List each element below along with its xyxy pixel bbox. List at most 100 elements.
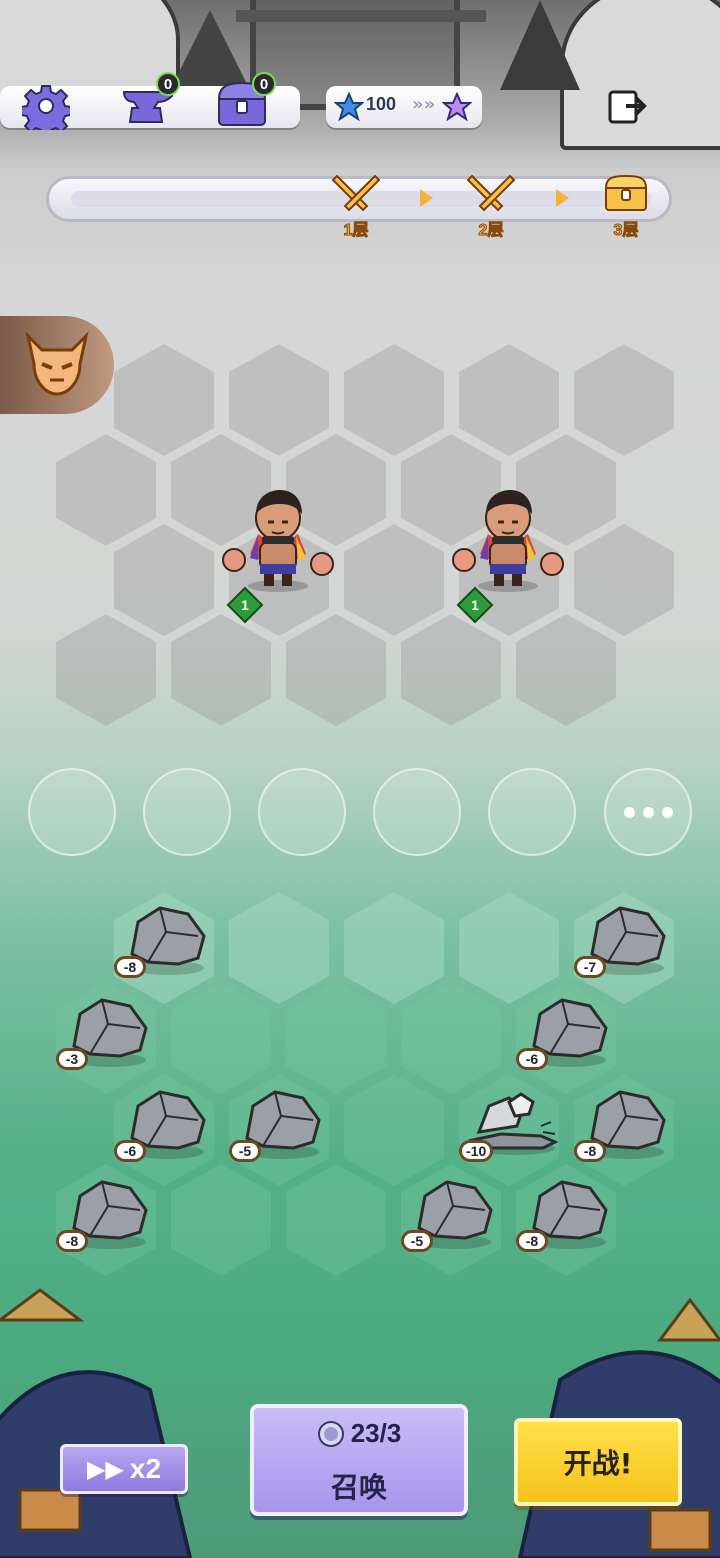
rock-hp: -3 [65,1051,79,1067]
rock-obstacle[interactable]: -5 [229,1082,329,1162]
rubble-obstacle[interactable]: -10 [459,1082,559,1162]
enemy-hex-cell[interactable] [286,614,386,726]
rock-hp-label: -8 [56,1230,88,1252]
blue-star-icon [334,92,364,122]
unit-level: 1 [241,597,249,613]
exit-button[interactable] [600,78,656,134]
star-count: 100 [366,94,397,114]
demon-mask-icon [25,331,89,396]
enemy-hex-cell[interactable] [56,614,156,726]
rock-hp: -8 [123,959,137,975]
stage-3: 3层 [596,170,656,240]
unit-level: 1 [471,597,479,613]
rock-hp-label: -7 [574,956,606,978]
rock-obstacle[interactable]: -8 [114,898,214,978]
rock-hp-label: -6 [114,1140,146,1162]
rock-hp-label: -3 [56,1048,88,1070]
stage-3-label: 3层 [613,222,639,240]
summon-cost-value: 23/3 [350,1418,402,1448]
player-hex-cell[interactable] [286,1164,386,1276]
rock-obstacle[interactable]: -8 [56,1172,156,1252]
chest-button[interactable]: 0 [214,72,276,132]
enemy-hex-cell[interactable] [401,614,501,726]
speed-toggle-button[interactable]: ▶▶ x2 [60,1444,188,1494]
rock-hp: -5 [238,1143,252,1159]
bench-slot[interactable] [28,768,116,856]
settings-button[interactable] [18,78,74,134]
start-battle-label: 开战! [563,1447,633,1480]
rock-hp-label: -5 [229,1140,261,1162]
player-hex-cell[interactable] [401,982,501,1094]
bench-slot[interactable] [373,768,461,856]
forge-button[interactable]: 0 [118,72,180,132]
player-hex-cell[interactable] [344,892,444,1004]
rock-hp-label: -8 [516,1230,548,1252]
rock-hp: -6 [525,1051,539,1067]
more-dot [642,806,654,818]
crossed-swords-icon [331,174,381,212]
enemy-hex-cell[interactable] [171,614,271,726]
double-chevron-icon: »» [412,94,436,115]
rock-hp: -7 [583,959,597,975]
stage-2-label: 2层 [478,222,504,240]
anvil-count-badge: 0 [156,72,180,96]
rock-obstacle[interactable]: -5 [401,1172,501,1252]
more-dot [623,806,635,818]
rock-obstacle[interactable]: -8 [516,1172,616,1252]
anvil-count: 0 [163,75,173,93]
enemy-hex-cell[interactable] [574,344,674,456]
chest-count: 0 [259,75,269,93]
summon-label: 召唤 [330,1471,387,1504]
rock-hp-label: -8 [574,1140,606,1162]
rock-obstacle[interactable]: -6 [516,990,616,1070]
bench-slot[interactable] [258,768,346,856]
rock-hp: -6 [123,1143,137,1159]
rock-hp: -8 [65,1233,79,1249]
enemy-hex-cell[interactable] [229,344,329,456]
brawler-sprite [452,490,564,592]
more-options-button[interactable] [604,768,692,856]
more-dot [661,806,673,818]
summon-button[interactable]: 23/3 召唤 [250,1404,468,1516]
rock-hp-label: -10 [459,1140,494,1162]
rock-hp-label: -5 [401,1230,433,1252]
rock-obstacle[interactable]: -7 [574,898,674,978]
player-hex-cell[interactable] [171,982,271,1094]
treasure-chest-icon [604,174,648,211]
fast-forward-icon: ▶▶ [86,1455,124,1483]
enemy-hex-cell[interactable] [56,434,156,546]
rock-obstacle[interactable]: -8 [574,1082,674,1162]
exit-icon [608,90,647,124]
chest-count-badge: 0 [252,72,276,96]
rock-hp-label: -6 [516,1048,548,1070]
player-hex-cell[interactable] [344,1074,444,1186]
player-hex-cell[interactable] [286,982,386,1094]
stage-1: 1层 [326,170,386,240]
enemy-unit-brawler[interactable]: 1 [218,484,338,624]
player-hex-cell[interactable] [229,892,329,1004]
stage-1-label: 1层 [343,222,369,240]
bench-slot[interactable] [488,768,576,856]
enemy-hex-cell[interactable] [459,344,559,456]
rock-obstacle[interactable]: -6 [114,1082,214,1162]
start-battle-button[interactable]: 开战! [514,1418,682,1506]
coin-icon [317,1420,344,1447]
bench-slot[interactable] [143,768,231,856]
boss-info-button[interactable] [0,316,114,414]
player-hex-cell[interactable] [171,1164,271,1276]
rock-obstacle[interactable]: -3 [56,990,156,1070]
rock-hp: -10 [466,1143,487,1159]
enemy-hex-cell[interactable] [114,524,214,636]
summon-cost: 23/3 [254,1418,464,1449]
enemy-hex-cell[interactable] [516,614,616,726]
enemy-hex-cell[interactable] [344,524,444,636]
stage-2: 2层 [461,170,521,240]
enemy-unit-brawler[interactable]: 1 [448,484,568,624]
enemy-hex-cell[interactable] [344,344,444,456]
enemy-hex-cell[interactable] [114,344,214,456]
player-hex-cell[interactable] [459,892,559,1004]
crossed-swords-icon [466,174,516,212]
rock-hp-label: -8 [114,956,146,978]
arrow-right-icon [420,189,433,207]
enemy-hex-cell[interactable] [574,524,674,636]
